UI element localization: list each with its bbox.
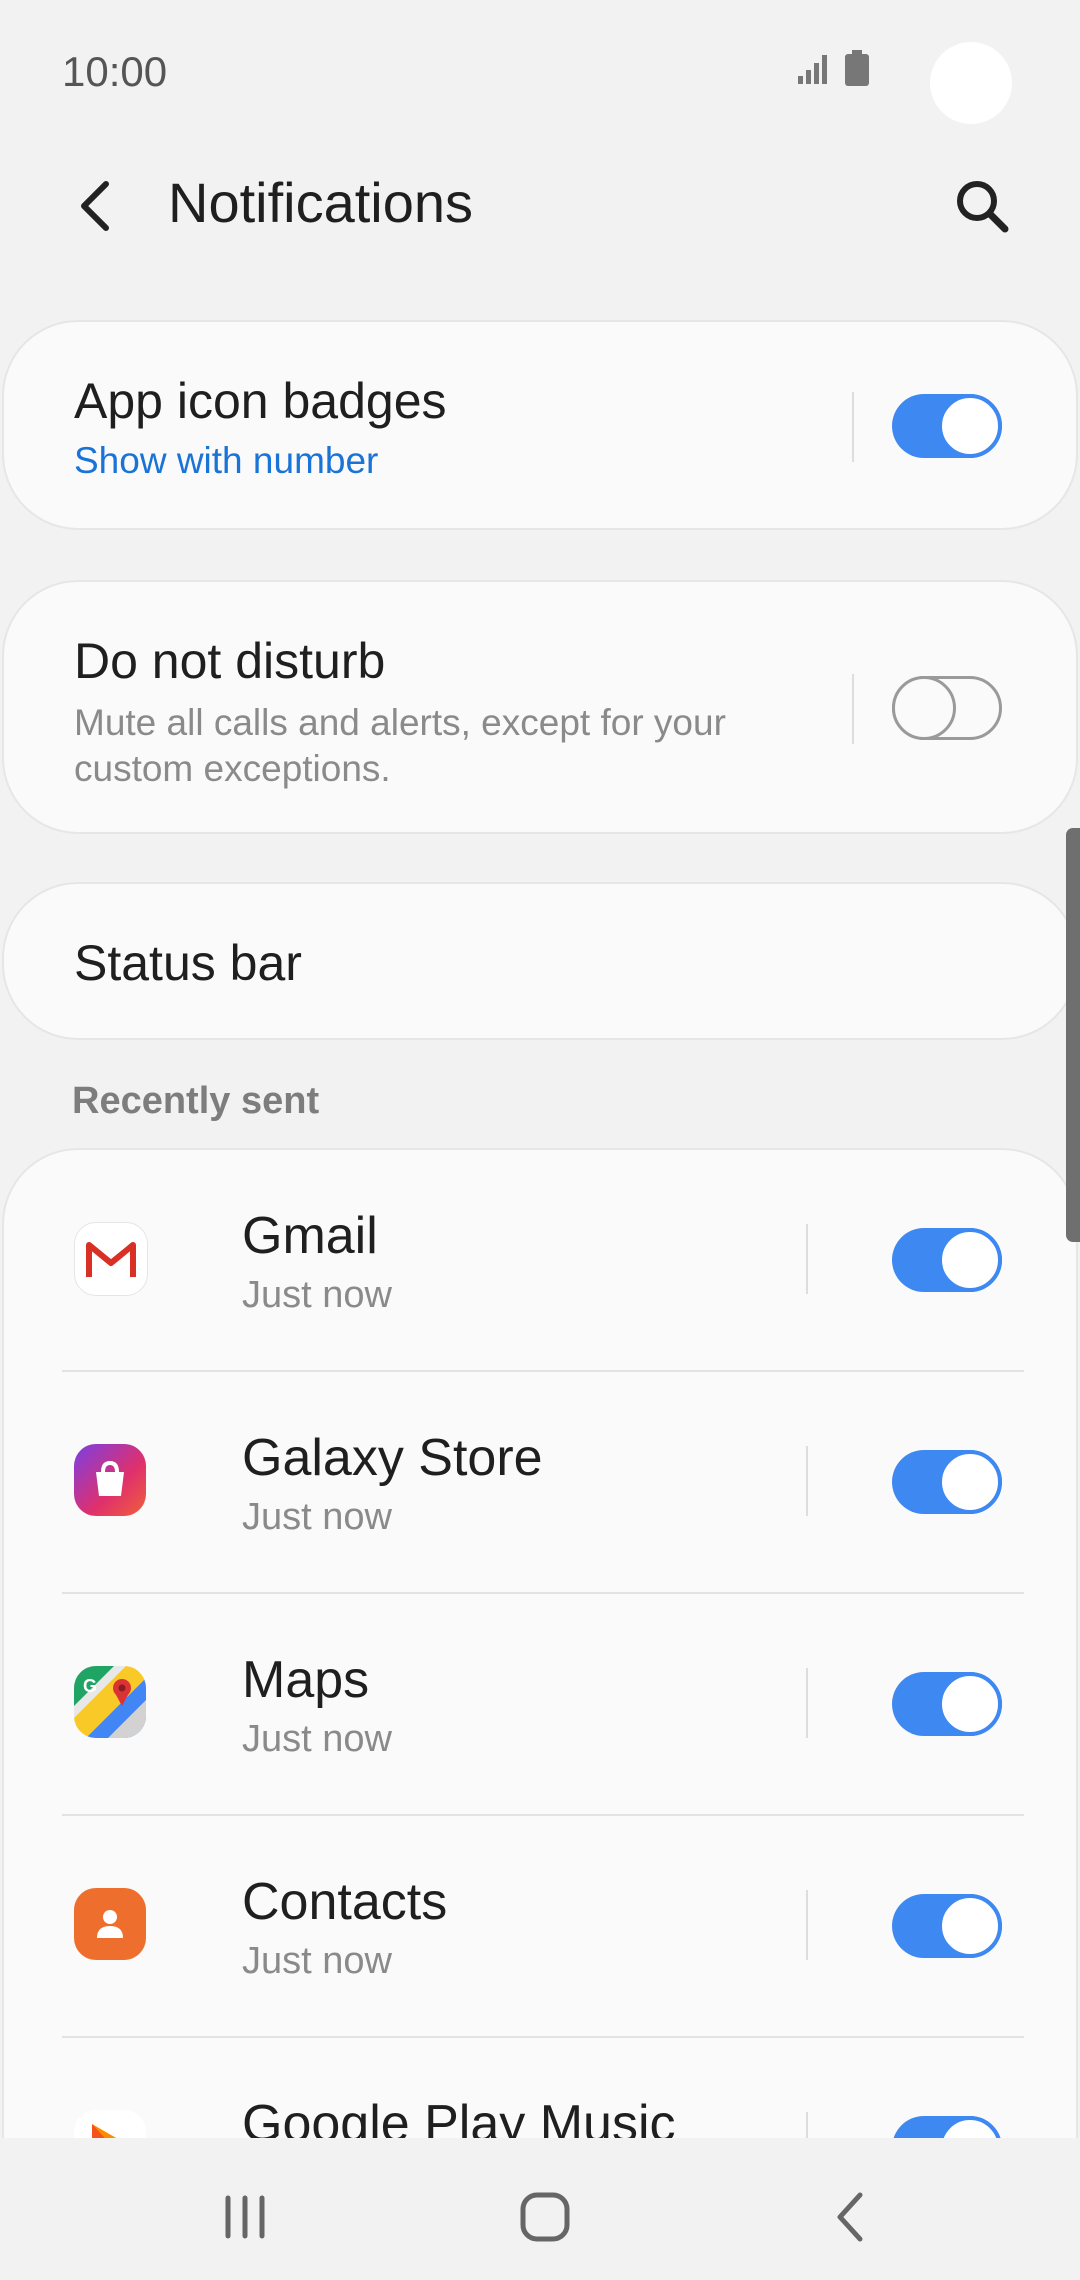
divider <box>806 1890 808 1960</box>
home-icon <box>520 2192 570 2242</box>
maps-icon: G <box>74 1666 146 1738</box>
app-time: Just now <box>242 1496 392 1538</box>
signal-icon <box>796 50 832 91</box>
list-item-contacts[interactable]: Contacts Just now <box>4 1816 1076 2038</box>
divider <box>852 674 854 744</box>
divider <box>852 392 854 462</box>
status-bar-title: Status bar <box>74 935 302 991</box>
search-button[interactable] <box>944 168 1020 244</box>
do-not-disturb-row[interactable]: Do not disturb Mute all calls and alerts… <box>2 580 1078 834</box>
app-bar: Notifications <box>0 140 1080 270</box>
contacts-icon <box>74 1888 146 1960</box>
app-icon-badges-row[interactable]: App icon badges Show with number <box>2 320 1078 530</box>
divider <box>806 1668 808 1738</box>
divider <box>806 2112 808 2138</box>
do-not-disturb-toggle[interactable] <box>892 676 1002 740</box>
camera-cutout <box>930 42 1012 124</box>
app-name: Gmail <box>242 1207 378 1265</box>
back-button[interactable] <box>58 168 134 244</box>
page-title: Notifications <box>168 171 474 234</box>
divider <box>806 1446 808 1516</box>
toggle-knob <box>892 676 956 740</box>
status-bar: 10:00 <box>0 0 1080 140</box>
toggle-knob <box>938 1894 1002 1958</box>
notifications-screen: 10:00 Notifications App icon badges Show… <box>0 0 1080 2280</box>
toggle-knob <box>938 1672 1002 1736</box>
svg-text:G: G <box>83 1676 97 1696</box>
back-arrow-icon <box>81 181 109 231</box>
divider <box>806 1224 808 1294</box>
search-icon <box>957 181 1009 233</box>
do-not-disturb-subtitle: Mute all calls and alerts, except for yo… <box>74 702 726 789</box>
nav-back-button[interactable] <box>810 2182 890 2252</box>
app-name: Contacts <box>242 1873 448 1931</box>
toggle-knob <box>938 1228 1002 1292</box>
list-item-google-play-music[interactable]: Google Play Music <box>4 2038 1076 2138</box>
google-play-music-icon <box>74 2110 146 2138</box>
do-not-disturb-title: Do not disturb <box>74 633 386 689</box>
toggle-knob <box>938 2116 1002 2138</box>
app-time: Just now <box>242 1940 392 1982</box>
list-item-maps[interactable]: G Maps Just now <box>4 1594 1076 1816</box>
toggle-knob <box>938 394 1002 458</box>
app-time: Just now <box>242 1274 392 1316</box>
app-icon-badges-subtitle: Show with number <box>74 440 379 481</box>
nav-back-icon <box>837 2192 863 2242</box>
recent-apps-button[interactable] <box>205 2182 285 2252</box>
contacts-toggle[interactable] <box>892 1894 1002 1958</box>
list-item-galaxy-store[interactable]: Galaxy Store Just now <box>4 1372 1076 1594</box>
toggle-knob <box>938 1450 1002 1514</box>
app-name: Maps <box>242 1651 370 1709</box>
list-item-gmail[interactable]: Gmail Just now <box>4 1150 1076 1372</box>
navigation-bar <box>0 2138 1080 2280</box>
app-time: Just now <box>242 1718 392 1760</box>
status-time: 10:00 <box>62 48 168 95</box>
app-icon-badges-title: App icon badges <box>74 373 447 429</box>
recent-apps-icon <box>225 2195 265 2239</box>
status-bar-row[interactable]: Status bar <box>2 882 1078 1040</box>
google-play-music-toggle[interactable] <box>892 2116 1002 2138</box>
app-name: Google Play Music <box>242 2095 676 2138</box>
scrollbar-thumb[interactable] <box>1066 828 1080 1242</box>
recently-sent-header: Recently sent <box>72 1080 320 1122</box>
home-button[interactable] <box>505 2182 585 2252</box>
app-name: Galaxy Store <box>242 1429 543 1487</box>
recently-sent-list: Gmail Just now Galaxy Store Just now G M… <box>2 1148 1078 2138</box>
gmail-toggle[interactable] <box>892 1228 1002 1292</box>
maps-toggle[interactable] <box>892 1672 1002 1736</box>
galaxy-store-icon <box>74 1444 146 1516</box>
galaxy-store-toggle[interactable] <box>892 1450 1002 1514</box>
app-icon-badges-toggle[interactable] <box>892 394 1002 458</box>
battery-icon <box>844 50 870 91</box>
gmail-icon <box>74 1222 148 1296</box>
